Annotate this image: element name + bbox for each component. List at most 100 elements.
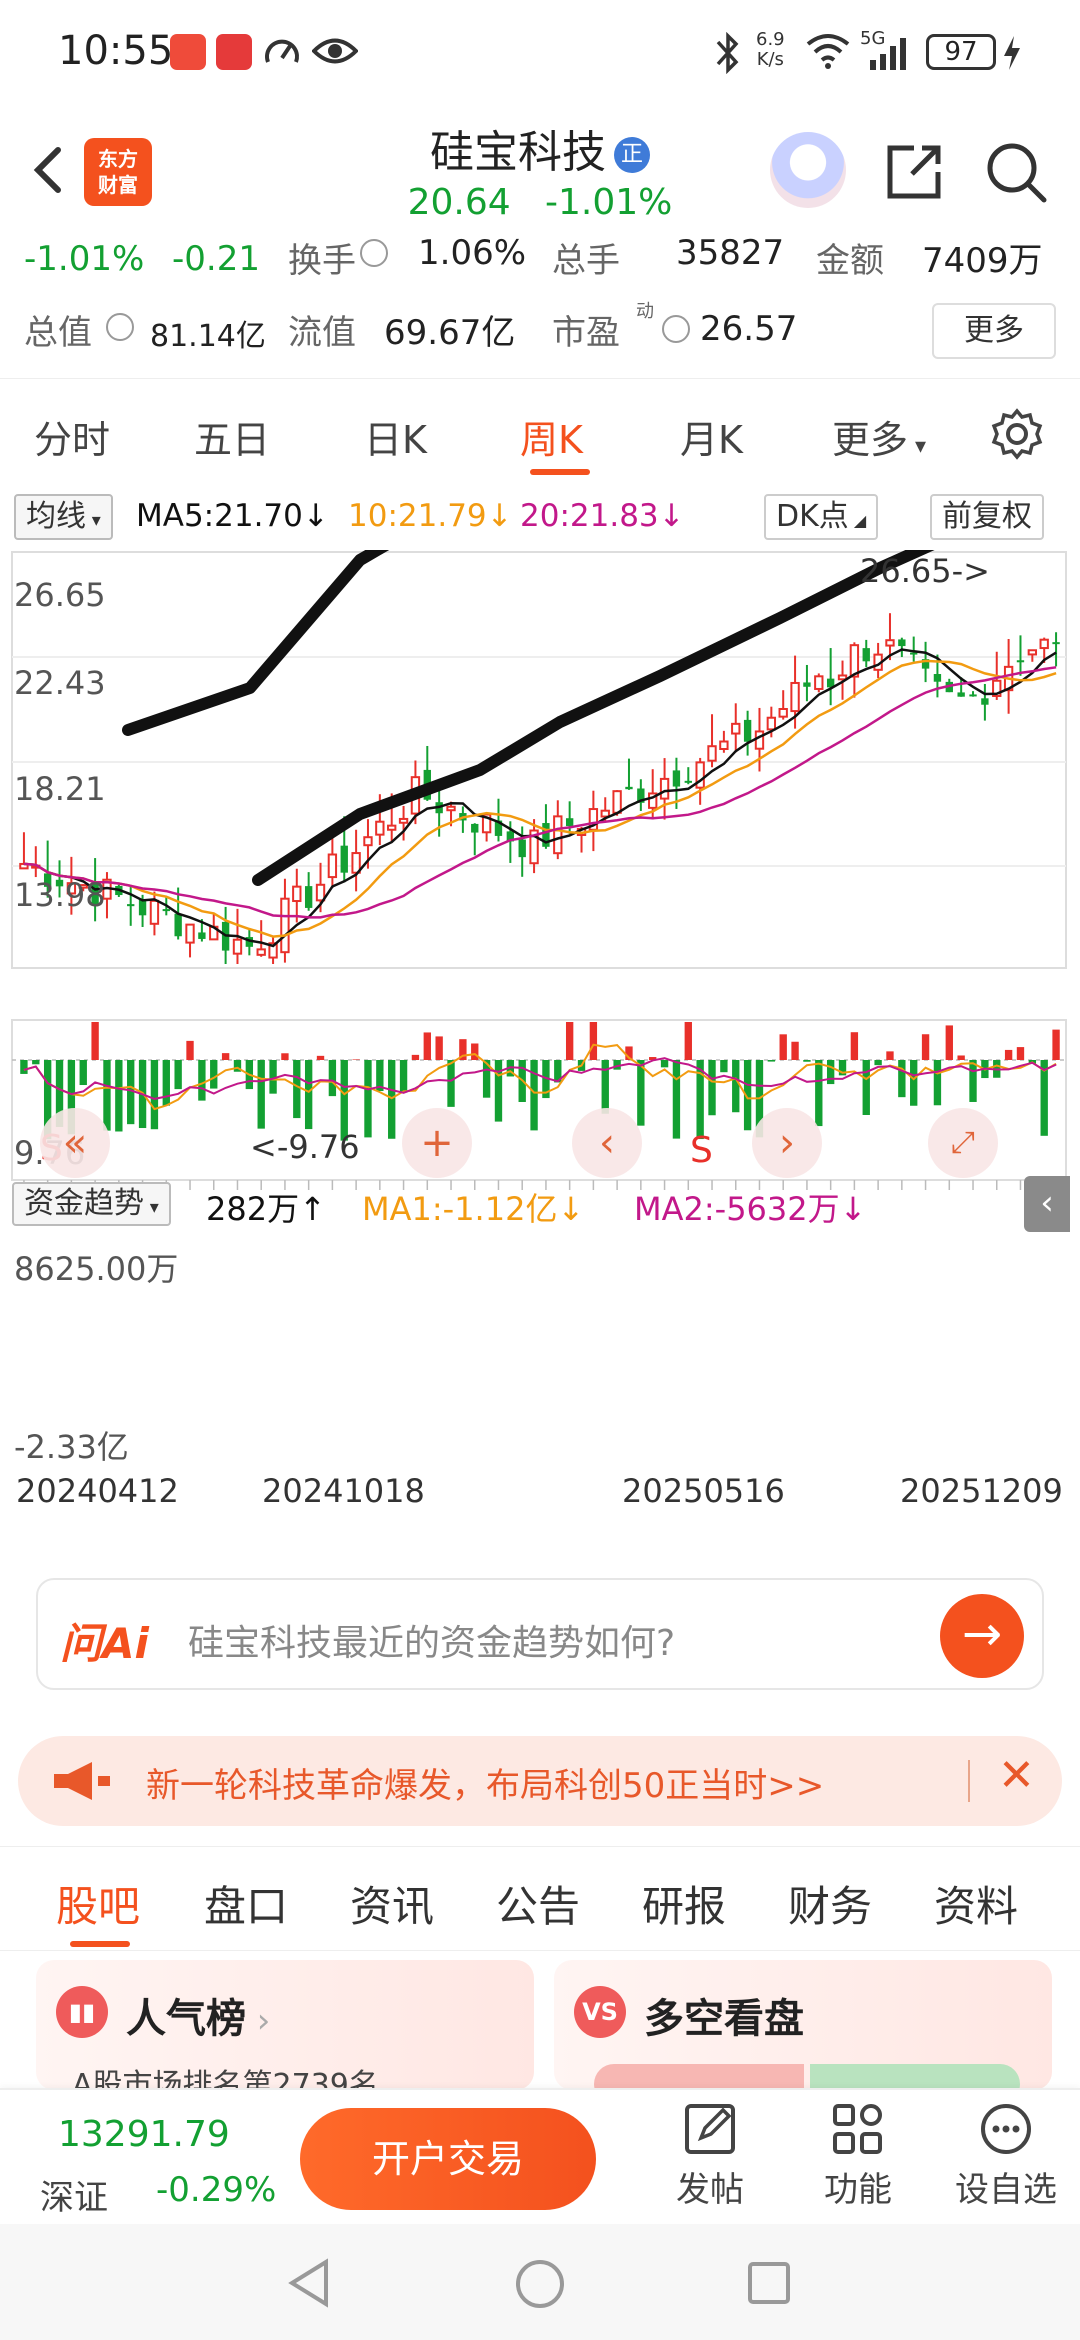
fund-flow-bar (150, 1060, 159, 1130)
candle-body (340, 845, 348, 873)
tab-finance[interactable]: 财务 (788, 1873, 872, 1934)
fund-flow-selector[interactable]: 资金趋势 ▾ (12, 1182, 171, 1226)
index-market[interactable]: 深证 (40, 2170, 108, 2219)
ai-assistant-avatar[interactable] (770, 132, 846, 208)
tab-more[interactable]: 更多 ▾ (832, 409, 926, 464)
sell-marker: S (690, 1130, 713, 1171)
dk-point-button[interactable]: DK点 ◢ (764, 494, 879, 540)
tab-research[interactable]: 研报 (642, 1873, 726, 1934)
more-stats-button[interactable]: 更多 (932, 303, 1056, 359)
nav-recents-icon[interactable] (746, 2260, 792, 2306)
app-notification-icon (216, 34, 252, 70)
ma-selector[interactable]: 均线 ▾ (14, 494, 113, 540)
wifi-icon (806, 34, 850, 69)
scroll-left-fast-button[interactable]: « (40, 1108, 110, 1178)
fund-flow-bar (257, 1060, 265, 1129)
fund-flow-bar (791, 1041, 799, 1060)
scroll-right-button[interactable]: › (752, 1108, 822, 1178)
share-icon[interactable] (884, 140, 946, 202)
stat-volume-label: 总手 (552, 241, 620, 281)
index-change[interactable]: -0.29% (156, 2170, 276, 2210)
fullscreen-icon[interactable]: ⤢ (928, 1108, 998, 1178)
bearish-bar[interactable] (810, 2064, 1020, 2090)
y-tick-label: 22.43 (14, 664, 106, 702)
edit-post-icon (685, 2104, 735, 2154)
candle-body (790, 681, 800, 713)
fund-flow-bar (435, 1036, 443, 1060)
fund-flow-bar (767, 1060, 776, 1062)
ma20-line (23, 666, 1057, 919)
candle-body (659, 777, 670, 800)
tab-profile[interactable]: 资料 (934, 1873, 1018, 1934)
tab-intraday[interactable]: 分时 (34, 409, 110, 464)
open-account-trade-button[interactable]: 开户交易 (300, 2108, 596, 2210)
stat-change-pct: -1.01% (24, 239, 145, 279)
functions-button[interactable]: 功能 (798, 2100, 918, 2211)
ma20-value: 20:21.83↓ (520, 498, 685, 534)
zoom-in-button[interactable]: + (402, 1108, 472, 1178)
search-icon[interactable] (984, 140, 1048, 204)
close-icon[interactable]: ✕ (998, 1750, 1035, 1801)
tab-monthly-k[interactable]: 月K (680, 409, 743, 464)
tab-weekly-k[interactable]: 周K (520, 409, 583, 464)
stat-volume-value: 35827 (676, 233, 785, 273)
tab-pankou[interactable]: 盘口 (204, 1873, 288, 1934)
info-icon[interactable] (360, 239, 388, 267)
fund-flow-bar (91, 1022, 99, 1060)
candle-body (149, 899, 160, 925)
info-icon[interactable] (662, 315, 690, 343)
candle-body (315, 883, 326, 902)
fund-flow-bar (471, 1043, 479, 1060)
fund-flow-bar (210, 1060, 218, 1089)
tab-announcements[interactable]: 公告 (496, 1873, 580, 1934)
candle-body (672, 770, 681, 787)
eye-icon (312, 38, 358, 64)
fund-flow-bar (186, 1040, 194, 1060)
kline-chart-area: 均线 ▾ MA5:21.70↓ 10:21.79↓ 20:21.83↓ DK点 … (0, 488, 1080, 1510)
ma5-value: MA5:21.70↓ (136, 498, 329, 534)
ask-ai-input[interactable]: 问Ai 硅宝科技最近的资金趋势如何? → (36, 1578, 1044, 1690)
nav-back-icon[interactable] (286, 2258, 334, 2308)
tab-five-day[interactable]: 五日 (194, 409, 270, 464)
settings-gear-icon[interactable] (990, 407, 1044, 461)
x-tick-label: 20250516 (622, 1472, 785, 1510)
tab-daily-k[interactable]: 日K (364, 409, 427, 464)
tab-guba[interactable]: 股吧 (56, 1873, 140, 1934)
long-short-card[interactable]: VS 多空看盘 (554, 1960, 1052, 2090)
candle-body (565, 818, 574, 827)
index-value[interactable]: 13291.79 (58, 2114, 230, 2155)
fund-flow-bar (1052, 1029, 1060, 1060)
scroll-left-button[interactable]: ‹ (572, 1108, 642, 1178)
info-icon[interactable] (106, 313, 134, 341)
add-watchlist-button[interactable]: 设自选 (946, 2100, 1066, 2211)
long-short-title: 多空看盘 (644, 1996, 804, 2042)
candle-body (280, 897, 290, 954)
ask-ai-placeholder: 硅宝科技最近的资金趋势如何? (188, 1623, 676, 1664)
fund-flow-bar (945, 1025, 953, 1060)
post-button[interactable]: 发帖 (650, 2100, 770, 2211)
fund-flow-bar (304, 1060, 313, 1130)
stock-change-pct: -1.01% (545, 182, 673, 223)
nav-home-icon[interactable] (514, 2258, 566, 2310)
tab-news[interactable]: 资讯 (350, 1873, 434, 1934)
stat-pe-label: 市盈 (552, 313, 620, 353)
bullish-bar[interactable] (594, 2064, 804, 2090)
price-adjust-button[interactable]: 前复权 (930, 494, 1044, 540)
fund-flow-ma1: MA1:-1.12亿↓ (362, 1190, 585, 1228)
kline-svg[interactable] (0, 550, 1080, 1508)
fund-flow-bar (364, 1060, 372, 1138)
candle-body (174, 913, 182, 937)
x-tick-label: 20241018 (262, 1472, 425, 1510)
candle-body (138, 899, 147, 916)
megaphone-icon (54, 1762, 110, 1800)
candle-body (127, 904, 135, 907)
promo-banner[interactable]: 新一轮科技革命爆发，布局科创50正当时>> ✕ (18, 1736, 1062, 1826)
candle-body (766, 716, 777, 731)
section-tab-underline (70, 1941, 130, 1947)
popularity-card[interactable]: ▮▮ 人气榜 › A股市场排名第2739名 (36, 1960, 534, 2090)
collapse-panel-button[interactable]: ‹ (1024, 1176, 1070, 1232)
ask-ai-submit-arrow-icon[interactable]: → (940, 1594, 1024, 1678)
candle-body (1027, 649, 1038, 656)
candle-body (185, 923, 195, 944)
candle-body (885, 639, 895, 647)
